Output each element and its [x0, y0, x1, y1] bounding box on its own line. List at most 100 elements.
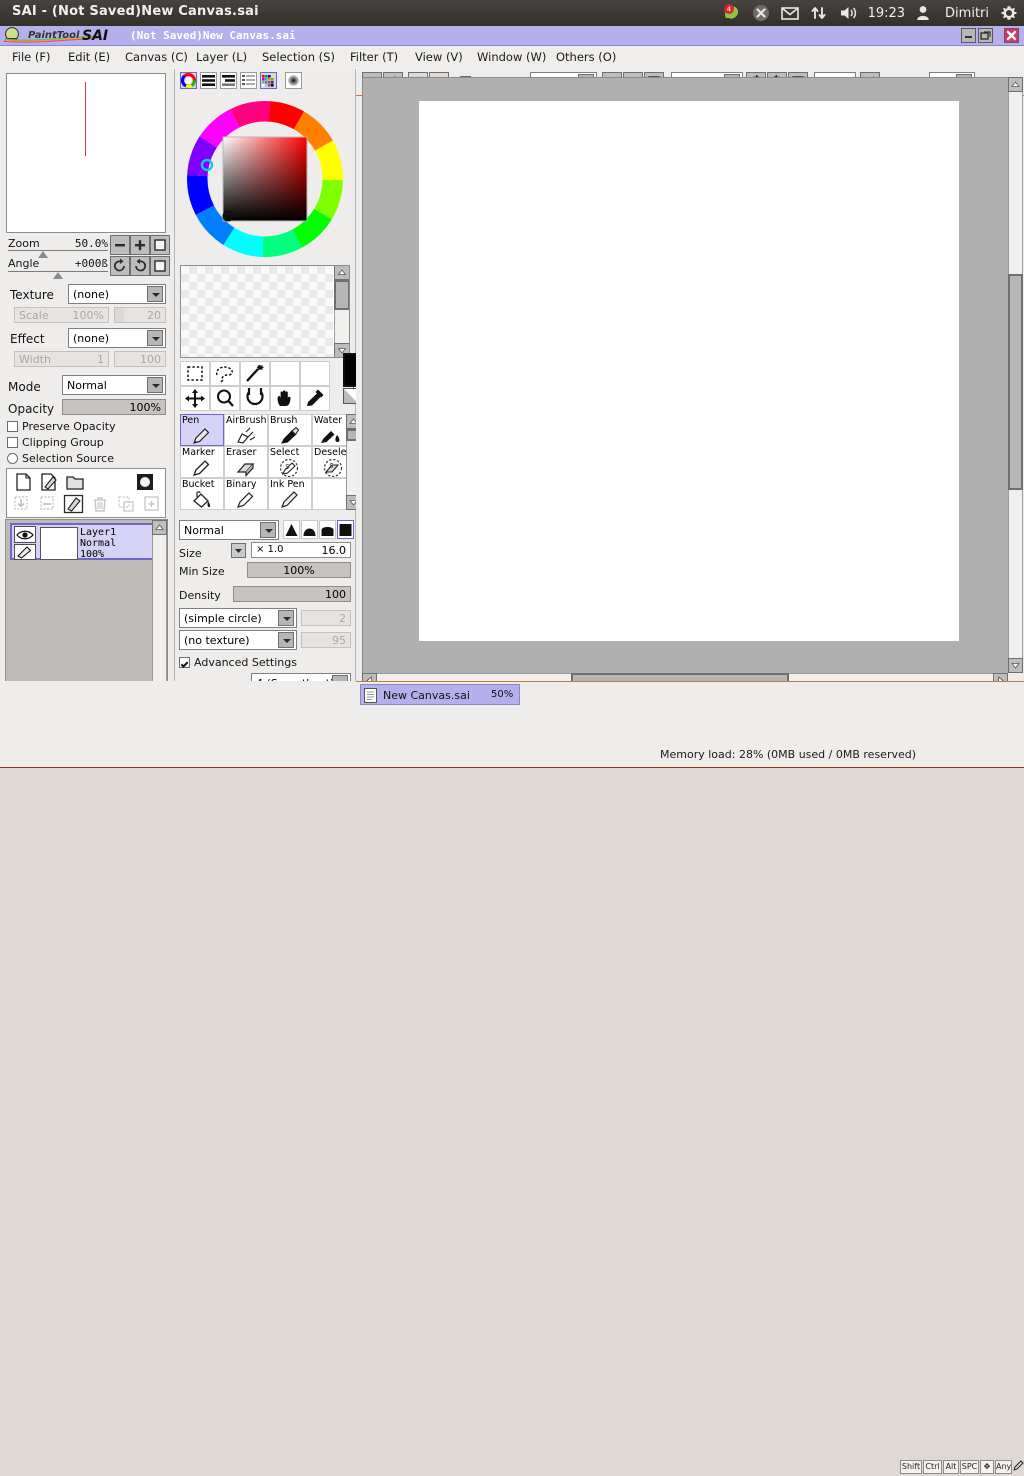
- network-icon[interactable]: [810, 4, 828, 22]
- canvas-vscrollbar[interactable]: [1008, 77, 1023, 673]
- rotate-icon[interactable]: [240, 386, 270, 411]
- sharp-tip-icon[interactable]: [283, 520, 300, 539]
- lasso-select-icon[interactable]: [210, 361, 240, 386]
- rotate-ccw-button[interactable]: [110, 256, 130, 276]
- gradient-icon[interactable]: [285, 72, 302, 89]
- brush-texture-select[interactable]: (no texture): [179, 630, 297, 650]
- add-below-icon[interactable]: [143, 495, 161, 516]
- mail-icon[interactable]: [780, 4, 799, 22]
- texture-select[interactable]: (none): [68, 284, 166, 304]
- menu-canvas[interactable]: Canvas (C): [125, 50, 188, 64]
- layer-row[interactable]: Layer1 Normal 100%: [10, 523, 155, 560]
- brush-binary[interactable]: Binary: [224, 478, 268, 510]
- clock[interactable]: 19:23: [868, 6, 905, 21]
- navigator-preview[interactable]: [6, 73, 166, 233]
- hsv-sliders-icon[interactable]: [220, 72, 237, 89]
- brush-brush[interactable]: Brush: [268, 414, 312, 446]
- scroll-up-arrow-icon[interactable]: [1008, 77, 1023, 92]
- layer-edit-toggle[interactable]: [14, 544, 36, 560]
- messaging-icon[interactable]: 4: [723, 4, 741, 22]
- navigator-zoom-track[interactable]: [8, 250, 108, 251]
- scratch-scroll-thumb[interactable]: [334, 280, 349, 310]
- brush-blend-mode-select[interactable]: Normal: [179, 520, 279, 540]
- menu-window[interactable]: Window (W): [477, 50, 546, 64]
- transfer-down-icon[interactable]: [117, 495, 135, 516]
- texture-scale-slider[interactable]: Scale 100%: [14, 307, 109, 323]
- merge-down-icon[interactable]: [13, 495, 31, 516]
- gear-icon[interactable]: [1000, 4, 1018, 22]
- brush-shape-select[interactable]: (simple circle): [179, 608, 297, 628]
- menu-filter[interactable]: Filter (T): [350, 50, 398, 64]
- transfer-layer-icon[interactable]: [39, 495, 57, 516]
- magic-wand-icon[interactable]: [240, 361, 270, 386]
- scratch-pad-surface[interactable]: [181, 266, 333, 357]
- delete-layer-icon[interactable]: [91, 495, 109, 516]
- clipping-group-checkbox[interactable]: [7, 437, 18, 448]
- sai-maximize-button[interactable]: [978, 28, 993, 43]
- zoom-out-button[interactable]: [110, 235, 130, 255]
- sai-minimize-button[interactable]: [961, 28, 976, 43]
- color-list-icon[interactable]: [240, 72, 257, 89]
- tool-empty-slot-1[interactable]: [270, 361, 300, 386]
- brush-airbrush[interactable]: AirBrush: [224, 414, 268, 446]
- brush-inkpen[interactable]: Ink Pen: [268, 478, 312, 510]
- sai-close-button[interactable]: [1004, 28, 1019, 43]
- flat-tip-icon[interactable]: [319, 520, 336, 539]
- brush-marker[interactable]: Marker: [180, 446, 224, 478]
- navigator-zoom-thumb[interactable]: [38, 251, 48, 258]
- rgb-sliders-icon[interactable]: [200, 72, 217, 89]
- zoom-reset-button[interactable]: [150, 235, 170, 255]
- hand-icon[interactable]: [270, 386, 300, 411]
- clear-layer-icon[interactable]: [63, 494, 85, 517]
- swatches-icon[interactable]: [260, 72, 277, 89]
- scroll-down-arrow-icon[interactable]: [1008, 658, 1023, 673]
- menu-selection[interactable]: Selection (S): [262, 50, 335, 64]
- menu-view[interactable]: View (V): [415, 50, 463, 64]
- blend-mode-select[interactable]: Normal: [62, 375, 166, 395]
- opacity-slider[interactable]: 100%: [62, 399, 166, 415]
- new-folder-icon[interactable]: [65, 473, 85, 494]
- canvas-paper[interactable]: [419, 101, 959, 641]
- brush-bucket[interactable]: Bucket: [180, 478, 224, 510]
- menu-layer[interactable]: Layer (L): [196, 50, 247, 64]
- document-tab[interactable]: New Canvas.sai 50%: [360, 684, 520, 705]
- skype-icon[interactable]: [752, 4, 770, 22]
- scratch-pad[interactable]: [180, 265, 350, 358]
- selection-source-radio[interactable]: [7, 453, 18, 464]
- brush-select[interactable]: Select S: [268, 446, 312, 478]
- menu-file[interactable]: File (F): [12, 50, 51, 64]
- scroll-up-arrow-icon[interactable]: [152, 520, 167, 535]
- user-name[interactable]: Dimitri: [945, 6, 989, 21]
- zoom-icon[interactable]: [210, 386, 240, 411]
- size-unit-toggle[interactable]: [231, 543, 246, 558]
- new-linework-layer-icon[interactable]: [39, 472, 59, 495]
- user-avatar-icon[interactable]: [916, 4, 934, 22]
- effect-select[interactable]: (none): [68, 328, 166, 348]
- menu-others[interactable]: Others (O): [556, 50, 616, 64]
- density-slider[interactable]: 100: [233, 586, 351, 602]
- texture-amount-slider[interactable]: 20: [114, 307, 166, 323]
- preserve-opacity-checkbox[interactable]: [7, 421, 18, 432]
- brush-size-slider[interactable]: × 1.0 16.0: [251, 542, 351, 558]
- advanced-settings-checkbox[interactable]: [179, 657, 190, 668]
- canvas-vscroll-thumb[interactable]: [1008, 274, 1023, 490]
- canvas-viewport[interactable]: [362, 77, 1008, 674]
- color-wheel-icon[interactable]: [180, 72, 197, 89]
- round-tip-icon[interactable]: [301, 520, 318, 539]
- move-icon[interactable]: [180, 386, 210, 411]
- zoom-in-button[interactable]: [130, 235, 150, 255]
- scratch-vscrollbar[interactable]: [334, 266, 349, 357]
- rotate-reset-button[interactable]: [150, 256, 170, 276]
- scroll-up-arrow-icon[interactable]: [334, 266, 349, 280]
- brush-shape-amount-slider[interactable]: 2: [301, 610, 351, 626]
- layer-mask-icon[interactable]: [135, 472, 155, 495]
- new-layer-icon[interactable]: [13, 472, 33, 495]
- brush-eraser[interactable]: Eraser: [224, 446, 268, 478]
- navigator-angle-thumb[interactable]: [53, 272, 63, 279]
- square-tip-icon[interactable]: [337, 520, 354, 539]
- layer-visibility-toggle[interactable]: [14, 526, 36, 543]
- effect-width-slider[interactable]: Width 1: [14, 351, 109, 367]
- rect-select-icon[interactable]: [180, 361, 210, 386]
- brush-pen[interactable]: Pen: [180, 414, 224, 446]
- min-size-slider[interactable]: 100%: [247, 562, 351, 578]
